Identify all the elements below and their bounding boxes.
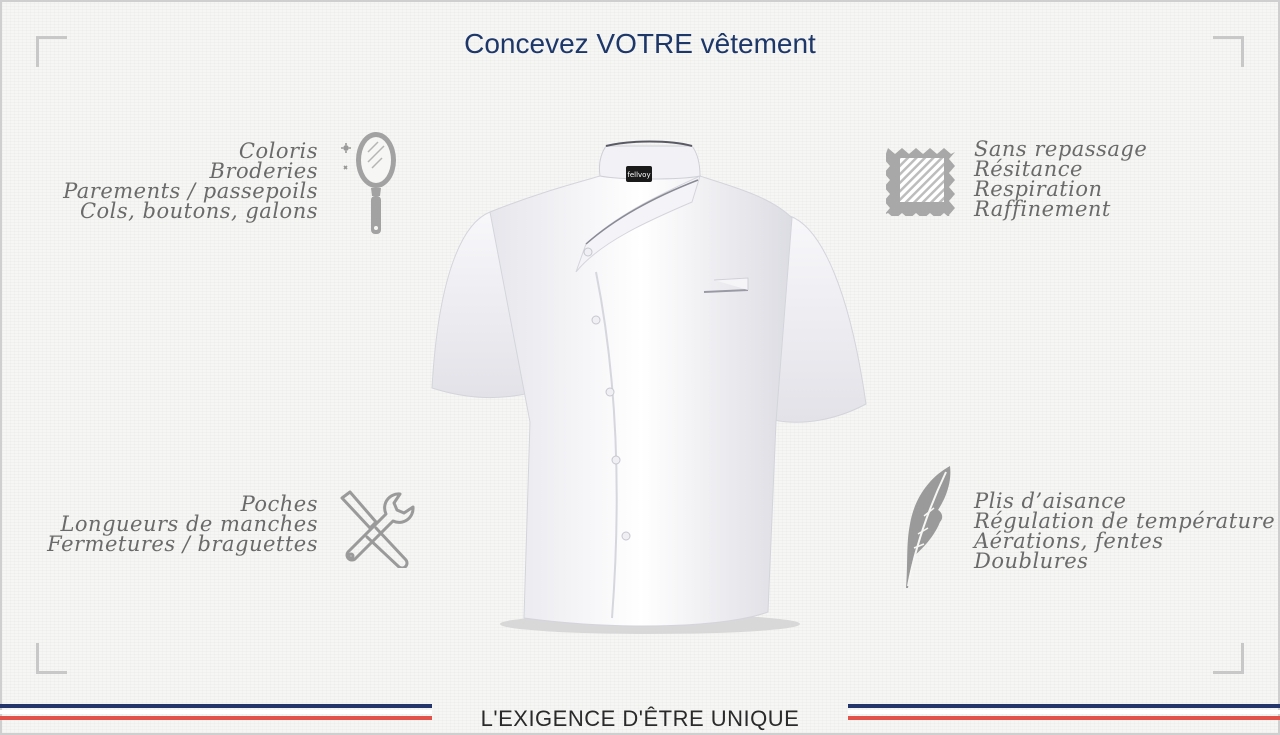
feature-item: Doublures (974, 549, 1089, 573)
feature-item: Respiration (974, 177, 1103, 201)
stripe-blue-left (0, 704, 432, 708)
feature-item: Aérations, fentes (974, 529, 1164, 553)
fabric-swatch-icon (886, 148, 955, 216)
feature-item: Cols, boutons, galons (79, 199, 318, 223)
fitting-list: Poches Longueurs de manches Fermetures /… (47, 492, 318, 556)
stripe-white-left (0, 710, 432, 714)
feature-item: Poches (240, 492, 318, 516)
chef-jacket-image: fellvoy (431, 140, 867, 634)
page-title: Concevez VOTRE vêtement (464, 28, 816, 59)
customization-list: Coloris Broderies Parements / passepoils… (63, 139, 318, 223)
feather-icon (906, 466, 951, 588)
feature-item: Coloris (238, 139, 318, 163)
feature-item: Fermetures / braguettes (47, 532, 318, 556)
mirror-icon (341, 132, 396, 234)
feature-item: Broderies (209, 159, 318, 183)
comfort-list: Plis d’aisance Régulation de température… (974, 489, 1276, 573)
stripe-white-right (848, 710, 1280, 714)
jacket-label: fellvoy (627, 171, 650, 179)
feature-item: Parements / passepoils (63, 179, 318, 203)
feature-item: Résitance (974, 157, 1083, 181)
corner-bottom-left (36, 643, 67, 674)
feature-item: Raffinement (974, 197, 1111, 221)
feature-item: Longueurs de manches (60, 512, 318, 536)
corner-bottom-right (1213, 643, 1244, 674)
stripe-red-right (848, 716, 1280, 720)
tools-icon (340, 490, 415, 568)
stripe-red-left (0, 716, 432, 720)
stripe-blue-right (848, 704, 1280, 708)
fabric-list: Sans repassage Résitance Respiration Raf… (974, 137, 1148, 221)
feature-item: Régulation de température (974, 509, 1276, 533)
feature-item: Sans repassage (974, 137, 1148, 161)
tagline: L'EXIGENCE D'ÊTRE UNIQUE (480, 706, 800, 731)
feature-item: Plis d’aisance (974, 489, 1127, 513)
